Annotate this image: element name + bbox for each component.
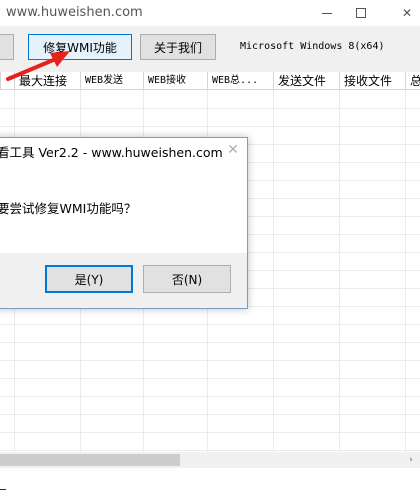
os-info-label: Microsoft Windows 8(x64): [240, 41, 385, 52]
status-link-fragment[interactable]: [0, 478, 6, 490]
red-arrow-annotation: [6, 51, 70, 81]
window-title: www.huweishen.com: [6, 5, 143, 20]
dialog-message: 要尝试修复WMI功能吗？: [0, 201, 137, 216]
column-header-web-total[interactable]: WEB总...: [207, 72, 273, 90]
dialog-title-bar: 看工具 Ver2.2 - www.huweishen.com ✕: [0, 138, 247, 162]
scroll-right-arrow-icon[interactable]: ›: [404, 454, 418, 466]
column-header-files-received[interactable]: 接收文件: [339, 72, 405, 90]
dialog-close-icon[interactable]: ✕: [223, 140, 243, 160]
maximize-icon: [356, 8, 366, 18]
close-button[interactable]: ✕: [384, 0, 420, 26]
yes-button[interactable]: 是(Y): [45, 265, 133, 293]
scrollbar-thumb[interactable]: [0, 454, 180, 466]
maximize-button[interactable]: [338, 0, 384, 26]
column-header-total[interactable]: 总: [405, 72, 420, 90]
column-header-web-received[interactable]: WEB接收: [143, 72, 207, 90]
close-icon: ✕: [401, 6, 413, 20]
no-button[interactable]: 否(N): [143, 265, 231, 293]
status-bar: [0, 468, 420, 492]
horizontal-scrollbar[interactable]: ›: [0, 452, 420, 468]
column-header-web-sent[interactable]: WEB发送: [80, 72, 143, 90]
dialog-title: 看工具 Ver2.2 - www.huweishen.com: [0, 145, 223, 160]
dialog-footer: 是(Y) 否(N): [0, 253, 247, 308]
about-us-button[interactable]: 关于我们: [140, 34, 216, 60]
column-header-files-sent[interactable]: 发送文件: [273, 72, 339, 90]
title-bar: www.huweishen.com ✕: [0, 0, 420, 26]
minimize-icon: [322, 12, 332, 14]
confirm-dialog: 看工具 Ver2.2 - www.huweishen.com ✕ 要尝试修复WM…: [0, 137, 248, 309]
